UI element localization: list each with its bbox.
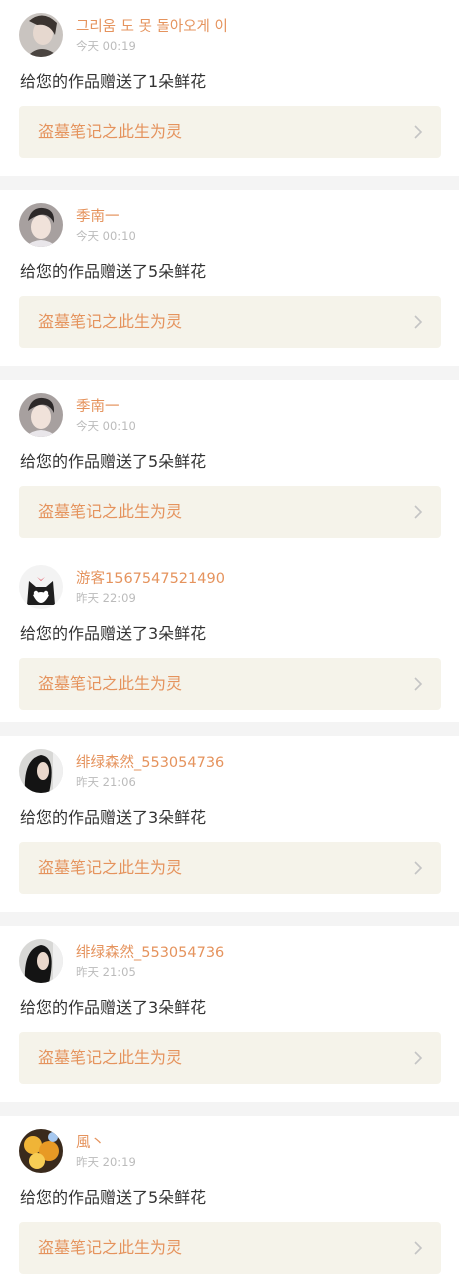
chevron-right-icon [414, 1051, 423, 1065]
user-avatar-icon [19, 393, 63, 437]
gift-message: 给您的作品赠送了5朵鲜花 [20, 262, 207, 281]
username[interactable]: 绯绿森然_553054736 [76, 753, 224, 773]
user-row: 그리움 도 못 돌아오게 이 今天 00:19 [19, 12, 441, 58]
work-title: 盗墓笔记之此生为灵 [38, 858, 183, 877]
timestamp: 今天 00:19 [76, 38, 136, 53]
work-title: 盗墓笔记之此生为灵 [38, 1048, 183, 1067]
work-title: 盗墓笔记之此生为灵 [38, 312, 183, 331]
user-row: 绯绿森然_553054736 昨天 21:06 [19, 748, 441, 794]
work-link-button[interactable]: 盗墓笔记之此生为灵 [19, 296, 441, 348]
gift-notification-card: 绯绿森然_553054736 昨天 21:06 给您的作品赠送了3朵鲜花 盗墓笔… [0, 736, 459, 912]
chevron-right-icon [414, 677, 423, 691]
gift-message: 给您的作品赠送了3朵鲜花 [20, 808, 207, 827]
chevron-right-icon [414, 505, 423, 519]
work-link-button[interactable]: 盗墓笔记之此生为灵 [19, 106, 441, 158]
timestamp: 今天 00:10 [76, 228, 136, 243]
gift-notification-card: 季南一 今天 00:10 给您的作品赠送了5朵鲜花 盗墓笔记之此生为灵 [0, 190, 459, 366]
avatar[interactable] [19, 939, 63, 983]
user-row: 季南一 今天 00:10 [19, 392, 441, 438]
work-link-button[interactable]: 盗墓笔记之此生为灵 [19, 658, 441, 710]
user-avatar-icon [19, 939, 63, 983]
timestamp: 昨天 21:06 [76, 774, 136, 789]
gift-message: 给您的作品赠送了5朵鲜花 [20, 452, 207, 471]
avatar[interactable] [19, 749, 63, 793]
work-link-button[interactable]: 盗墓笔记之此生为灵 [19, 1032, 441, 1084]
gift-notification-card: 季南一 今天 00:10 给您的作品赠送了5朵鲜花 盗墓笔记之此生为灵 [0, 380, 459, 557]
username[interactable]: 绯绿森然_553054736 [76, 943, 224, 963]
avatar[interactable] [19, 203, 63, 247]
gift-notification-card: 風丶 昨天 20:19 给您的作品赠送了5朵鲜花 盗墓笔记之此生为灵 [0, 1116, 459, 1280]
gift-notification-feed: 그리움 도 못 돌아오게 이 今天 00:19 给您的作品赠送了1朵鲜花 盗墓笔… [0, 0, 459, 1280]
user-row: 绯绿森然_553054736 昨天 21:05 [19, 938, 441, 984]
gift-message: 给您的作品赠送了3朵鲜花 [20, 998, 207, 1017]
work-link-button[interactable]: 盗墓笔记之此生为灵 [19, 486, 441, 538]
gift-message: 给您的作品赠送了5朵鲜花 [20, 1188, 207, 1207]
user-avatar-icon [19, 203, 63, 247]
timestamp: 昨天 21:05 [76, 964, 136, 979]
user-avatar-icon [19, 749, 63, 793]
avatar[interactable] [19, 1129, 63, 1173]
user-avatar-icon [19, 13, 63, 57]
timestamp: 昨天 20:19 [76, 1154, 136, 1169]
chevron-right-icon [414, 125, 423, 139]
user-row: 風丶 昨天 20:19 [19, 1128, 441, 1174]
chevron-right-icon [414, 861, 423, 875]
username[interactable]: 季南一 [76, 397, 136, 417]
gift-message: 给您的作品赠送了3朵鲜花 [20, 624, 207, 643]
user-row: 游客1567547521490 昨天 22:09 [19, 564, 441, 610]
work-title: 盗墓笔记之此生为灵 [38, 122, 183, 141]
avatar[interactable] [19, 565, 63, 609]
timestamp: 今天 00:10 [76, 418, 136, 433]
chevron-right-icon [414, 1241, 423, 1255]
chevron-right-icon [414, 315, 423, 329]
timestamp: 昨天 22:09 [76, 590, 136, 605]
gift-notification-card: 绯绿森然_553054736 昨天 21:05 给您的作品赠送了3朵鲜花 盗墓笔… [0, 926, 459, 1102]
username[interactable]: 風丶 [76, 1133, 136, 1153]
username[interactable]: 游客1567547521490 [76, 569, 225, 589]
work-title: 盗墓笔记之此生为灵 [38, 1238, 183, 1257]
user-row: 季南一 今天 00:10 [19, 202, 441, 248]
work-link-button[interactable]: 盗墓笔记之此生为灵 [19, 1222, 441, 1274]
avatar[interactable] [19, 393, 63, 437]
username[interactable]: 그리움 도 못 돌아오게 이 [76, 17, 228, 37]
gift-message: 给您的作品赠送了1朵鲜花 [20, 72, 207, 91]
avatar[interactable] [19, 13, 63, 57]
gift-notification-card: 游客1567547521490 昨天 22:09 给您的作品赠送了3朵鲜花 盗墓… [0, 556, 459, 722]
username[interactable]: 季南一 [76, 207, 136, 227]
work-link-button[interactable]: 盗墓笔记之此生为灵 [19, 842, 441, 894]
user-avatar-icon [19, 565, 63, 609]
work-title: 盗墓笔记之此生为灵 [38, 502, 183, 521]
gift-notification-card: 그리움 도 못 돌아오게 이 今天 00:19 给您的作品赠送了1朵鲜花 盗墓笔… [0, 0, 459, 176]
work-title: 盗墓笔记之此生为灵 [38, 674, 183, 693]
user-avatar-icon [19, 1129, 63, 1173]
